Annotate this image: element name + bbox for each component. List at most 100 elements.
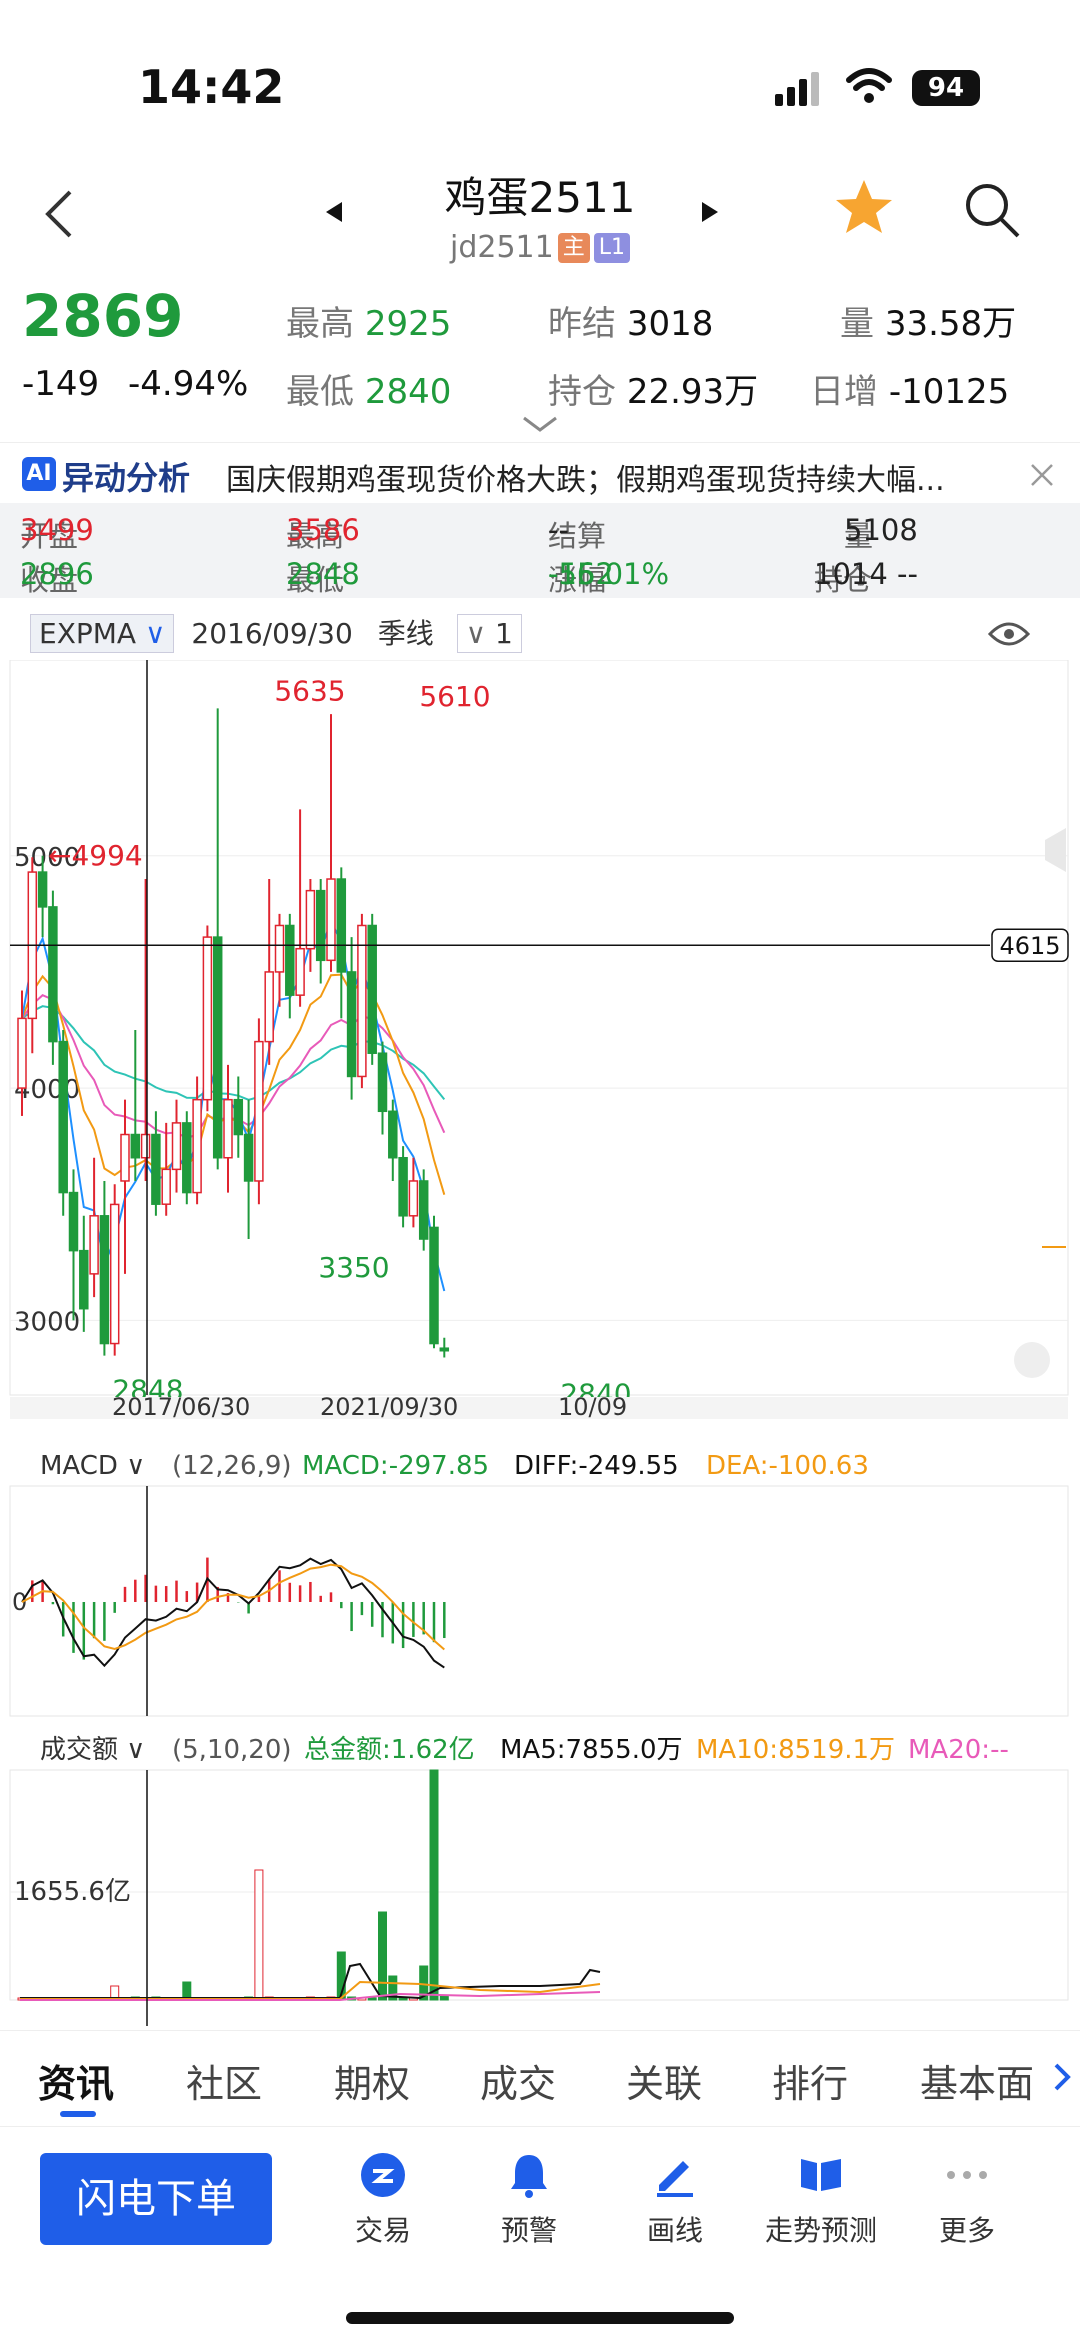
volume-y-tick: 1655.6亿 [14,1877,131,1907]
volume-selector: 成交额 ∨ [40,1735,145,1765]
candle-body [315,889,326,962]
chart-period[interactable]: 季线 [378,617,434,650]
tab-4[interactable]: 关联 [626,2053,702,2108]
nav-draw[interactable]: 画线 [610,2151,740,2249]
close-icon[interactable] [1030,463,1054,487]
volume-ma20: MA20:-- [908,1735,1009,1765]
macd-dea: DEA:-100.63 [706,1451,869,1481]
high-annotation-1: 5635 [274,674,345,707]
candle-body [274,924,285,973]
crosshair-value: 4615 [999,932,1060,960]
candle-body [357,924,367,1078]
candle-body [161,1168,171,1205]
flash-order-button[interactable]: 闪电下单 [40,2153,272,2245]
news-label: 异动分析 [62,459,191,497]
nav-forecast[interactable]: 走势预测 [756,2151,886,2249]
nav-alert[interactable]: 预警 [464,2151,594,2249]
candle-body [109,1203,120,1345]
candle-body [212,936,223,1159]
info-tabs: 资讯 社区 期权 成交 关联 排行 基本面 [0,2030,1080,2125]
nav-forecast-label: 走势预测 [764,2214,877,2247]
ai-badge: AI [22,457,56,491]
nav-trade[interactable]: 交易 [318,2151,448,2249]
stat-volume-value: 5108 [844,513,918,547]
volume-ma5: MA5:7855.0万 [500,1735,683,1765]
last-price: 2869 [22,282,184,350]
volume-bar [429,1769,439,2001]
status-bar: 14:42 94 [0,0,1080,150]
clock: 14:42 [138,60,285,114]
tab-6[interactable]: 基本面 [920,2053,1034,2108]
indicator-selector[interactable]: EXPMA ∨ [30,614,175,653]
candle-body [388,1110,398,1159]
quote-open-interest: 持仓 22.93万 [548,364,758,413]
page-title: 鸡蛋2511 [444,173,636,222]
candle-body [202,936,213,1101]
candle-body [264,971,274,1043]
quote-daily-add: 日增 -10125 [810,364,1009,413]
eye-icon[interactable] [988,620,1030,648]
expand-chevron-icon[interactable] [522,416,558,432]
chevron-down-icon: ∨ [144,617,166,650]
candle-body [151,1133,161,1205]
forecast-icon [801,2159,841,2191]
tab-3[interactable]: 成交 [480,2053,556,2108]
candle-body [429,1226,439,1345]
code-text: jd2511 [449,230,554,265]
multiplier-selector[interactable]: ∨ 1 [456,614,522,653]
bell-icon [511,2155,547,2198]
stat-open-value: 3499 [20,513,94,547]
candle-body [89,1215,99,1275]
price-change: -149 -4.94% [22,364,248,404]
x-tick-label: 2017/06/30 [112,1393,250,1420]
change-pct: -4.94% [127,364,249,404]
candle-body [346,971,357,1078]
low-value: 2840 [364,372,452,412]
star-icon[interactable] [834,178,894,236]
low-label: 最低 [286,372,354,412]
daily-add-value: -10125 [888,372,1010,412]
chevron-right-icon[interactable] [1052,2061,1072,2093]
candle-body [233,1098,244,1136]
nav-trade-label: 交易 [354,2214,411,2247]
header: 鸡蛋2511 jd2511 主 L1 [0,160,1080,270]
daily-add-label: 日增 [810,372,878,412]
candle-body [326,878,336,962]
macd-chart[interactable]: MACD ∨ (12,26,9) MACD:-297.85 DIFF:-249.55 D… [0,1440,1080,1730]
prev-settle-label: 昨结 [548,304,616,344]
candle-body [439,1347,450,1352]
nav-more[interactable]: 更多 [902,2151,1032,2249]
stat-high-value: 3586 [286,513,360,547]
quote-high: 最高 2925 [286,296,451,345]
volume-bar [398,1997,408,2001]
battery-icon: 94 [912,70,980,106]
candle-body [140,1133,151,1159]
tab-2[interactable]: 期权 [334,2053,410,2108]
l1-tag: L1 [593,233,630,263]
search-icon[interactable] [962,180,1022,240]
kline-chart[interactable]: 50004000300046155635 5610←499433502848 284… [0,660,1080,1420]
crosshair-stats: 开盘 3499 最高 3586 结算 -- 量 5108 收盘 2896 最低 … [0,503,1080,598]
candle-body [223,1098,233,1159]
prev-settle-value: 3018 [626,304,714,344]
volume-bar [367,1997,377,2001]
mid-low-annotation: 3350 [318,1251,389,1284]
volume-chart[interactable]: 成交额 ∨ (5,10,20) 总金额:1.62亿 MA5:7855.0万 MA10:8… [0,1726,1080,2026]
volume-bar [254,1869,264,2001]
candle-body [243,1133,254,1182]
signal-icon [775,72,819,106]
candle-body [336,878,347,973]
tab-1[interactable]: 社区 [186,2053,262,2108]
change-abs: -149 [22,364,100,404]
tab-0[interactable]: 资讯 [38,2053,114,2108]
volume-frame [9,1769,1069,2001]
candle-body [182,1122,192,1194]
chart-date: 2016/09/30 [191,617,353,650]
tab-5[interactable]: 排行 [772,2053,848,2108]
news-bar[interactable]: AI 异动分析 国庆假期鸡蛋现货价格大跌；假期鸡蛋现货持续大幅... [0,442,1080,502]
wifi-icon [846,68,892,103]
candle-body [254,1040,264,1182]
news-text[interactable]: 国庆假期鸡蛋现货价格大跌；假期鸡蛋现货持续大幅... [226,455,1016,499]
macd-diff: DIFF:-249.55 [514,1451,679,1481]
next-contract-icon[interactable] [700,200,720,224]
